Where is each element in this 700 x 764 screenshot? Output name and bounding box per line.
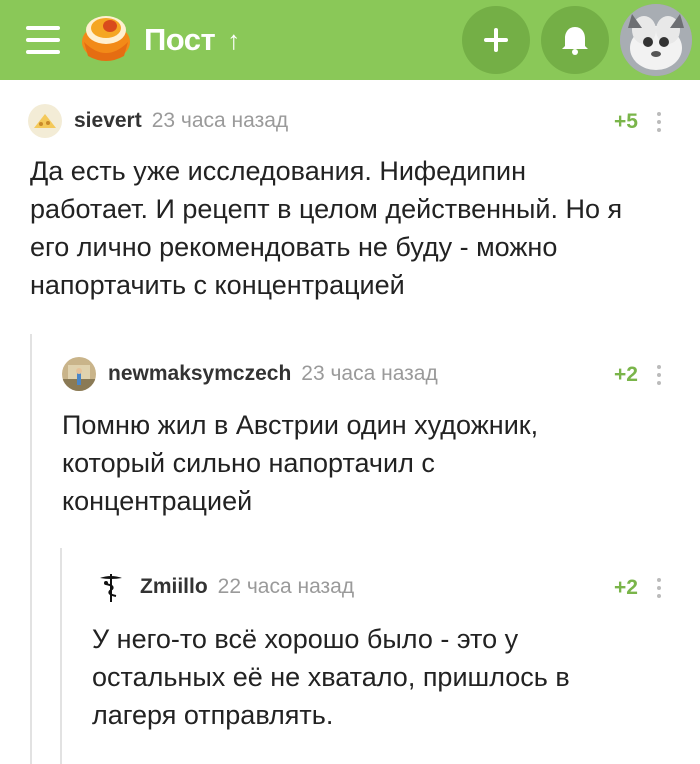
comment-header: sievert 23 часа назад	[28, 104, 288, 138]
comment-header: newmaksymczech 23 часа назад	[62, 357, 438, 391]
author-avatar[interactable]	[28, 104, 62, 138]
comment-score: +2	[614, 363, 638, 386]
comment-line: работает. И рецепт в целом действенный. …	[30, 194, 623, 224]
thread-line[interactable]	[60, 548, 62, 764]
notifications-button[interactable]	[541, 6, 609, 74]
pikabu-logo[interactable]	[80, 12, 132, 62]
author-avatar[interactable]	[62, 357, 96, 391]
avatar-image	[28, 104, 62, 138]
comment-header: Zmiillo 22 часа назад	[94, 570, 354, 604]
page-title: Пост	[144, 22, 216, 57]
comment-text: У него-то всё хорошо было - это у осталь…	[92, 620, 690, 734]
comment-score: +5	[614, 110, 638, 133]
top-bar: Пост ↑	[0, 0, 700, 80]
comment-line: его лично рекомендовать не буду - можно	[30, 232, 558, 262]
comment-line: Помню жил в Австрии один художник,	[62, 410, 539, 440]
bell-icon	[562, 27, 588, 55]
comment-line: который сильно напортачил с	[62, 448, 435, 478]
comment-line: остальных её не хватало, пришлось в	[92, 662, 570, 692]
comment-time: 22 часа назад	[217, 575, 355, 598]
avatar-image	[620, 4, 692, 76]
comment-line: концентрацией	[62, 486, 253, 516]
comment-time: 23 часа назад	[301, 362, 438, 385]
user-avatar[interactable]	[620, 4, 692, 76]
more-options-icon[interactable]	[657, 112, 661, 132]
comment-author[interactable]: sievert	[74, 109, 142, 133]
comment-score: +2	[614, 576, 638, 599]
caduceus-icon	[94, 570, 128, 604]
comment-text: Помню жил в Австрии один художник, котор…	[62, 406, 690, 520]
comment-author[interactable]: newmaksymczech	[108, 362, 291, 386]
menu-icon[interactable]	[26, 26, 60, 54]
thread-line[interactable]	[30, 334, 32, 764]
comment-author[interactable]: Zmiillo	[140, 575, 208, 599]
author-avatar[interactable]	[94, 570, 128, 604]
comment-text: Да есть уже исследования. Нифедипин рабо…	[30, 152, 690, 304]
more-options-icon[interactable]	[657, 365, 661, 385]
comment-time: 23 часа назад	[151, 109, 289, 132]
more-options-icon[interactable]	[657, 578, 661, 598]
comment-line: Да есть уже исследования. Нифедипин	[30, 156, 527, 186]
add-post-button[interactable]	[462, 6, 530, 74]
scroll-up-icon[interactable]: ↑	[227, 27, 240, 53]
comment-line: лагеря отправлять.	[92, 700, 334, 730]
comment-line: У него-то всё хорошо было - это у	[92, 624, 519, 654]
comment-line: напортачить с концентрацией	[30, 270, 405, 300]
avatar-image	[62, 357, 96, 391]
plus-icon	[484, 28, 508, 52]
